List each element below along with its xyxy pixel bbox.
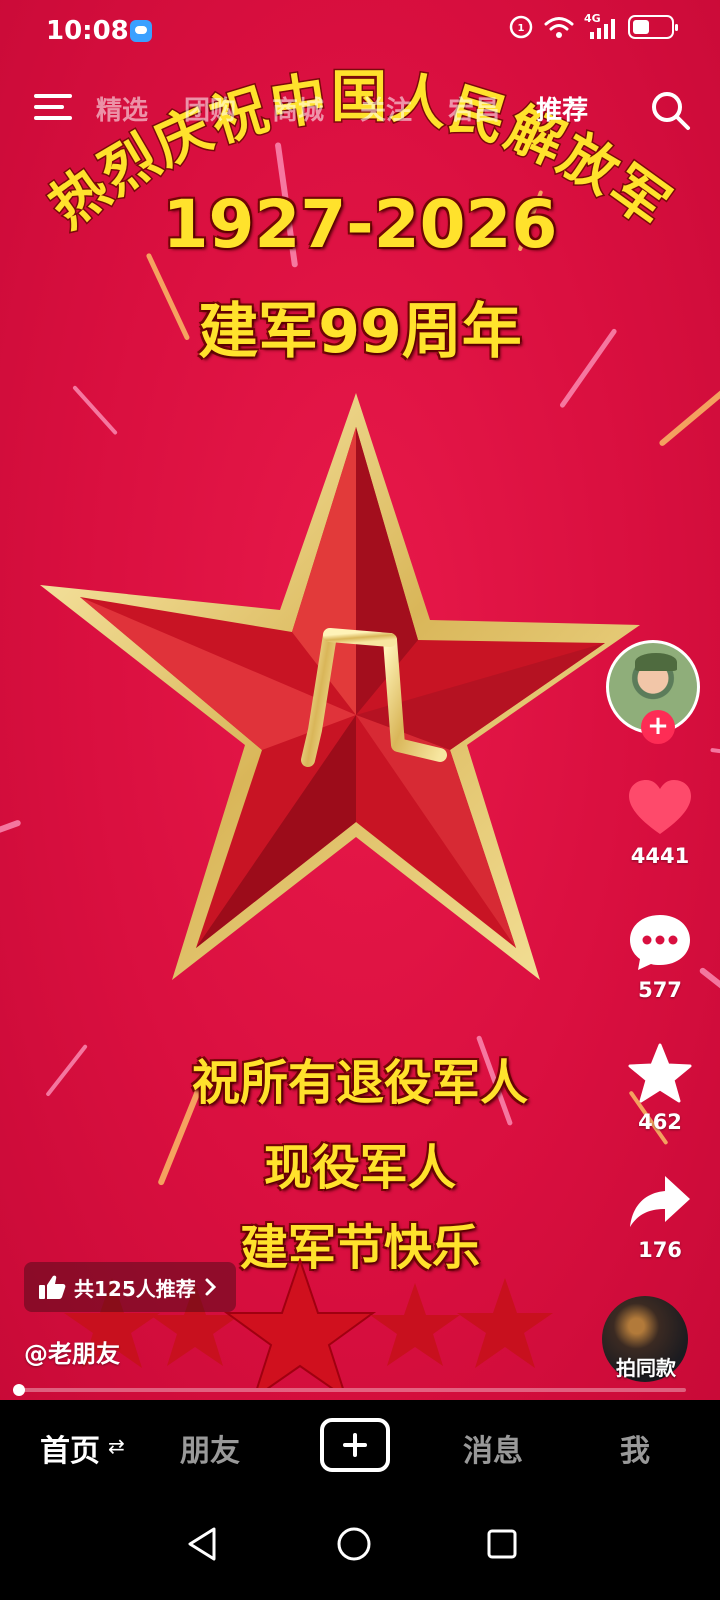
light-streak [0,820,21,833]
follow-plus-button[interactable]: + [641,710,675,744]
nav-tabs: 精选 团购 商城 关注 宕昌 推荐 [96,90,588,127]
status-icons: 1 4G [508,12,678,40]
small-star [223,1258,377,1388]
recommend-pill[interactable]: 共125人推荐 [24,1262,236,1312]
status-time: 10:08 [46,16,129,46]
video-progress-bar[interactable] [18,1388,686,1392]
years-text: 1927-2026 [162,186,558,263]
switch-feed-icon[interactable]: ⇄ [108,1434,125,1458]
star-icon [628,1043,692,1103]
thumbs-up-icon [39,1275,66,1299]
comment-button[interactable]: 577 [600,912,720,1002]
home-circle-icon[interactable] [336,1526,372,1562]
like-count: 4441 [630,844,690,868]
nav-friends[interactable]: 朋友 [180,1426,240,1470]
share-arrow-icon [630,1176,690,1227]
top-nav: 精选 团购 商城 关注 宕昌 推荐 [0,76,720,140]
tab-recommend[interactable]: 推荐 [536,90,588,127]
chevron-right-icon [205,1278,216,1296]
recents-square-icon[interactable] [486,1528,518,1560]
status-bar: 10:08 1 4G [0,0,720,64]
share-button[interactable]: 176 [600,1172,720,1262]
back-triangle-icon[interactable] [186,1526,218,1562]
comment-icon [630,915,690,970]
nav-home[interactable]: 首页 [40,1426,100,1470]
light-streak [710,748,720,754]
search-icon[interactable] [648,88,692,132]
nav-messages[interactable]: 消息 [463,1426,523,1470]
comment-count: 577 [638,978,682,1002]
svg-text:1: 1 [518,23,525,34]
menu-icon[interactable] [34,90,74,124]
heart-icon [629,780,691,834]
chat-notification-icon [130,20,152,42]
small-star [370,1283,460,1366]
cellular-signal-icon: 4G [584,12,618,40]
small-star [457,1278,553,1368]
tab-local[interactable]: 宕昌 [448,90,500,127]
tab-mall[interactable]: 商城 [272,90,324,127]
author-name[interactable]: @老朋友 [24,1334,120,1369]
recommend-text: 共125人推荐 [74,1276,196,1301]
bottom-nav: 首页 ⇄ 朋友 消息 我 [0,1400,720,1494]
share-count: 176 [638,1238,682,1262]
create-plus-button[interactable] [320,1418,390,1472]
battery-icon [628,15,678,39]
same-style-label[interactable]: 拍同款 [598,1352,694,1381]
favorite-count: 462 [638,1110,682,1134]
system-nav-bar [0,1494,720,1600]
progress-handle[interactable] [13,1384,25,1396]
wifi-icon [544,17,574,38]
nav-me[interactable]: 我 [620,1426,650,1470]
favorite-button[interactable]: 462 [600,1042,720,1134]
red-star-emblem: 八一 [40,393,640,980]
tab-featured[interactable]: 精选 [96,90,148,127]
anniversary-text: 建军99周年 [198,297,522,367]
tab-following[interactable]: 关注 [360,90,412,127]
tab-group-buy[interactable]: 团购 [184,90,236,127]
like-button[interactable]: 4441 [600,778,720,868]
hd-call-icon: 1 [509,15,533,39]
